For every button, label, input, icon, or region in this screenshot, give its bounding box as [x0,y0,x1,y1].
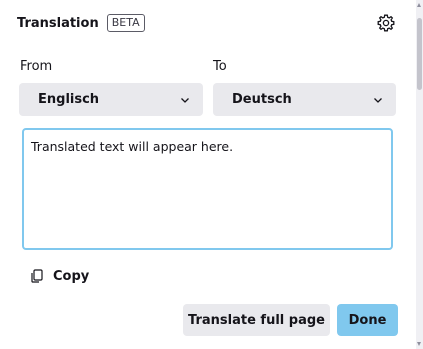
from-language-value: Englisch [38,92,100,107]
settings-gear-button[interactable] [376,13,396,33]
scroll-down-arrow-icon[interactable] [417,342,421,346]
to-language-value: Deutsch [232,92,292,107]
done-label: Done [348,312,387,328]
beta-badge: BETA [106,14,145,32]
translate-full-page-button[interactable]: Translate full page [183,304,330,336]
chevron-down-icon [374,98,382,103]
done-button[interactable]: Done [337,304,398,336]
translated-text-placeholder: Translated text will appear here. [31,139,234,154]
translated-text-area[interactable]: Translated text will appear here. [22,128,393,250]
copy-label: Copy [53,268,90,284]
scrollbar-thumb[interactable] [417,18,422,90]
chevron-down-icon [181,98,189,103]
to-language-select[interactable]: Deutsch [213,83,396,116]
copy-button[interactable]: Copy [29,264,89,288]
copy-icon [31,269,43,283]
gear-icon [377,14,395,32]
scroll-up-arrow-icon[interactable] [417,3,421,7]
to-label: To [213,59,227,74]
from-label: From [20,59,53,74]
from-language-select[interactable]: Englisch [19,83,203,116]
panel-header: Translation BETA [17,12,145,34]
translation-panel: Translation BETA From To Englisch Deutsc… [0,0,423,349]
translate-full-page-label: Translate full page [188,312,325,328]
panel-title: Translation [17,15,99,31]
vertical-scrollbar[interactable] [416,0,423,349]
